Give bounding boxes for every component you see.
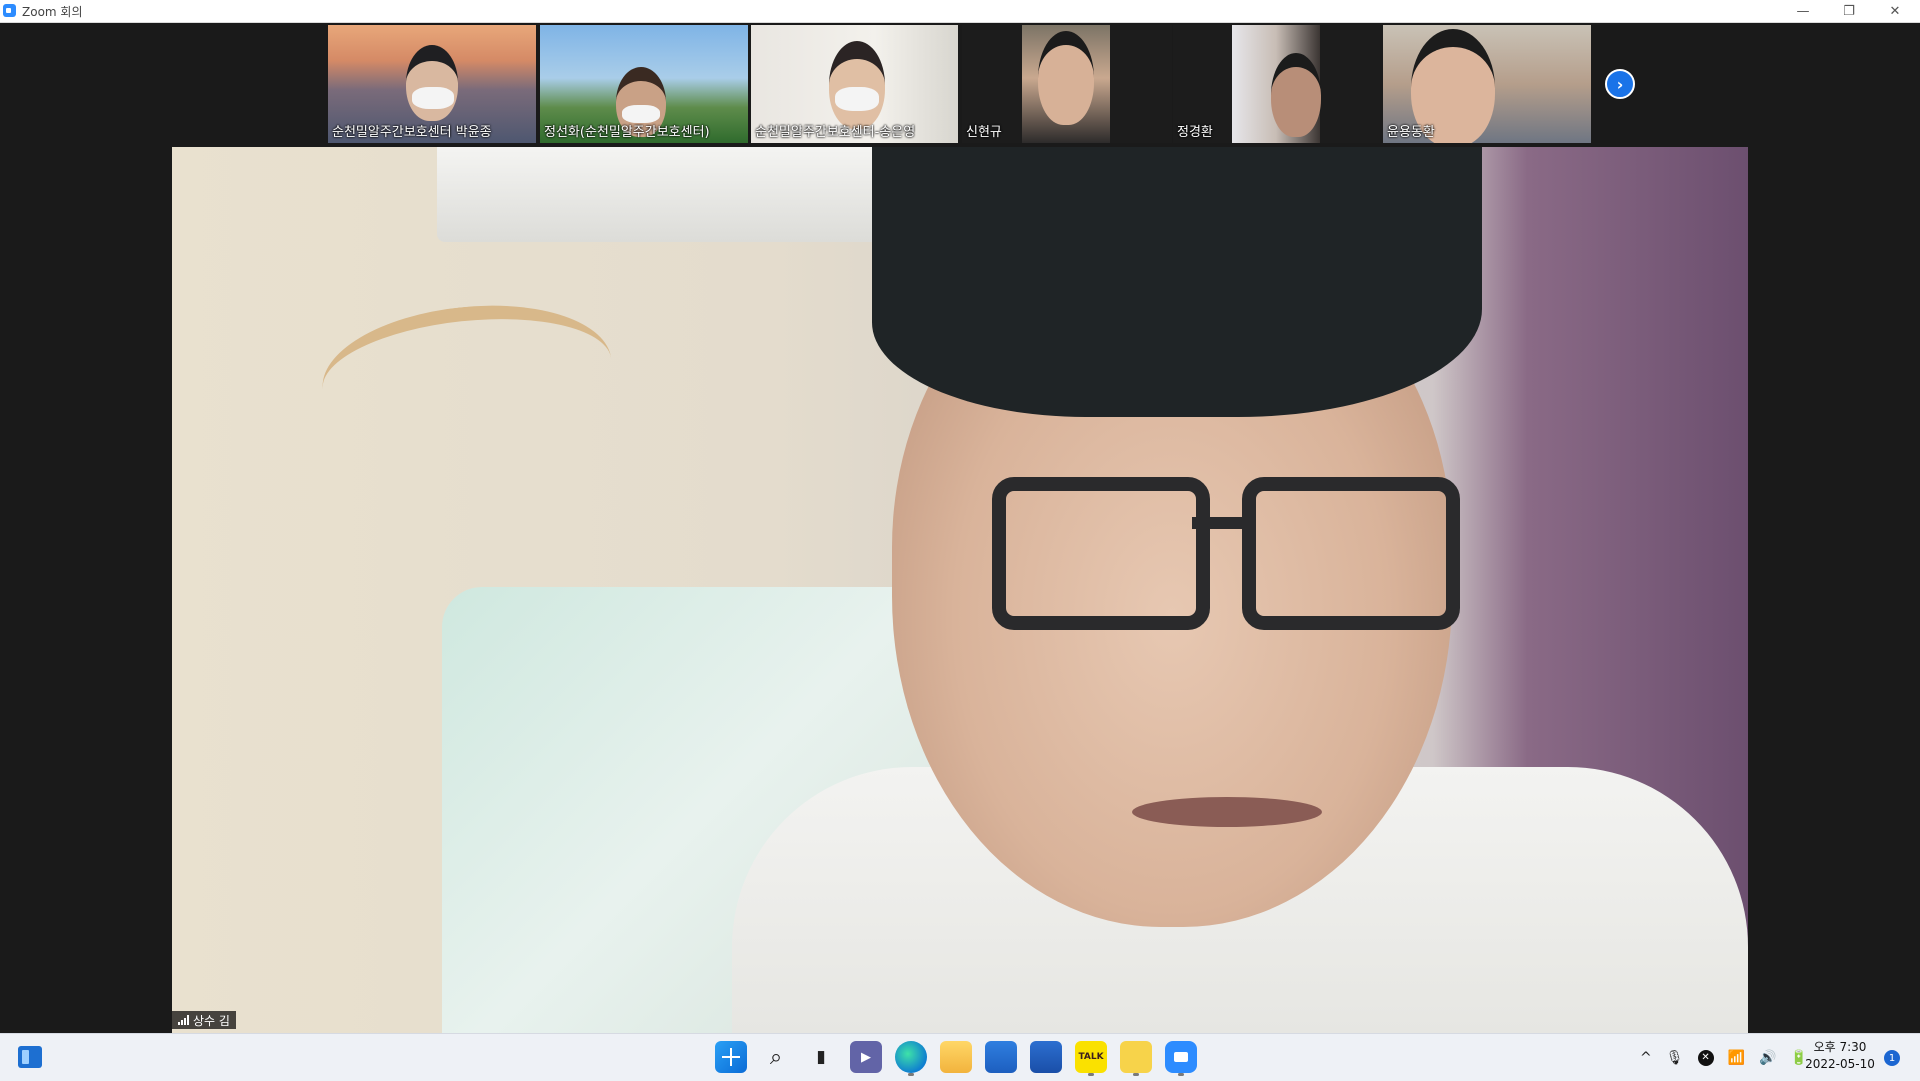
meeting-area: 순천밀알주간보호센터 박윤종 정선화(순천밀알주간보호센터) 순천밀알주간보호센… xyxy=(0,23,1920,1033)
face-mask-shape xyxy=(835,87,879,111)
widgets-icon[interactable] xyxy=(18,1046,42,1068)
notification-badge[interactable]: 1 xyxy=(1884,1050,1900,1066)
window-titlebar: Zoom 회의 — ❐ ✕ xyxy=(0,0,1920,23)
speaker-hair-shape xyxy=(872,147,1482,417)
windows-taskbar: ⌕ ▮ ▶ TALK ^ 🎙 ✕ 📶 🔊 🔋 오후 7:30 2022-05-1… xyxy=(0,1033,1920,1081)
participant-name: 윤용동환 xyxy=(1387,125,1435,140)
show-hidden-icons-chevron-icon[interactable]: ^ xyxy=(1640,1050,1652,1066)
next-page-button[interactable]: › xyxy=(1605,69,1635,99)
air-conditioner-shape xyxy=(437,147,882,242)
participant-tile[interactable]: 순천밀알주간보호센터 박윤종 xyxy=(328,25,536,143)
participant-tile[interactable]: 정경환 xyxy=(1173,25,1380,143)
file-explorer-icon[interactable] xyxy=(940,1041,972,1073)
active-speaker-name: 상수 김 xyxy=(193,1013,230,1028)
participant-tile[interactable]: 윤용동환 xyxy=(1383,25,1591,143)
clock-date: 2022-05-10 xyxy=(1805,1057,1875,1071)
teams-chat-icon[interactable]: ▶ xyxy=(850,1041,882,1073)
system-tray: ^ 🎙 ✕ 📶 🔊 🔋 xyxy=(1640,1034,1808,1081)
zoom-app-icon xyxy=(3,4,16,17)
chevron-right-icon: › xyxy=(1616,74,1624,94)
taskbar-clock[interactable]: 오후 7:30 2022-05-10 xyxy=(1800,1039,1880,1073)
search-icon[interactable]: ⌕ xyxy=(760,1041,792,1073)
active-speaker-label: 상수 김 xyxy=(172,1011,236,1029)
microsoft-store-icon[interactable] xyxy=(985,1041,1017,1073)
task-view-icon[interactable]: ▮ xyxy=(805,1041,837,1073)
speaker-glasses-shape xyxy=(992,477,1460,630)
restore-button[interactable]: ❐ xyxy=(1826,0,1872,22)
volume-icon[interactable]: 🔊 xyxy=(1759,1050,1776,1066)
glasses-lens-left xyxy=(992,477,1210,630)
participant-head-shape xyxy=(829,41,885,129)
speaker-mouth-shape xyxy=(1132,797,1322,827)
minimize-button[interactable]: — xyxy=(1780,0,1826,22)
signal-bars-icon xyxy=(178,1015,189,1025)
close-button[interactable]: ✕ xyxy=(1872,0,1918,22)
participant-tile[interactable]: 정선화(순천밀알주간보호센터) xyxy=(540,25,748,143)
participant-name: 신현규 xyxy=(966,125,1002,140)
zoom-taskbar-icon[interactable] xyxy=(1165,1041,1197,1076)
start-menu-icon[interactable] xyxy=(715,1041,747,1073)
active-speaker-video xyxy=(172,147,1748,1033)
face-mask-shape xyxy=(412,87,454,109)
participant-head-shape xyxy=(1271,53,1321,137)
kakaotalk-label: TALK xyxy=(1078,1052,1104,1062)
wifi-icon[interactable]: 📶 xyxy=(1728,1050,1745,1066)
window-title: Zoom 회의 xyxy=(22,5,83,19)
mail-icon[interactable] xyxy=(1030,1041,1062,1073)
microphone-icon[interactable]: 🎙 xyxy=(1666,1050,1684,1066)
kakaotalk-icon[interactable]: TALK xyxy=(1075,1041,1107,1076)
clock-time: 오후 7:30 xyxy=(1813,1040,1867,1054)
glasses-lens-right xyxy=(1242,477,1460,630)
edge-browser-icon[interactable] xyxy=(895,1041,927,1076)
sticky-notes-icon[interactable] xyxy=(1120,1041,1152,1076)
hanger-shape xyxy=(315,292,619,456)
x-badge-icon[interactable]: ✕ xyxy=(1697,1049,1714,1066)
participant-tile[interactable]: 신현규 xyxy=(962,25,1172,143)
participant-head-shape xyxy=(1038,31,1094,125)
participant-name: 순천밀알주간보호센터 박윤종 xyxy=(332,125,492,140)
participant-tile[interactable]: 순천밀알주간보호센터-송은영 xyxy=(751,25,958,143)
taskbar-apps: ⌕ ▮ ▶ TALK xyxy=(715,1041,1197,1076)
participant-name: 정선화(순천밀알주간보호센터) xyxy=(544,125,710,140)
participant-thumbnail-strip: 순천밀알주간보호센터 박윤종 정선화(순천밀알주간보호센터) 순천밀알주간보호센… xyxy=(0,23,1920,145)
participant-name: 순천밀알주간보호센터-송은영 xyxy=(755,125,916,140)
participant-head-shape xyxy=(406,45,458,121)
participant-name: 정경환 xyxy=(1177,125,1213,140)
